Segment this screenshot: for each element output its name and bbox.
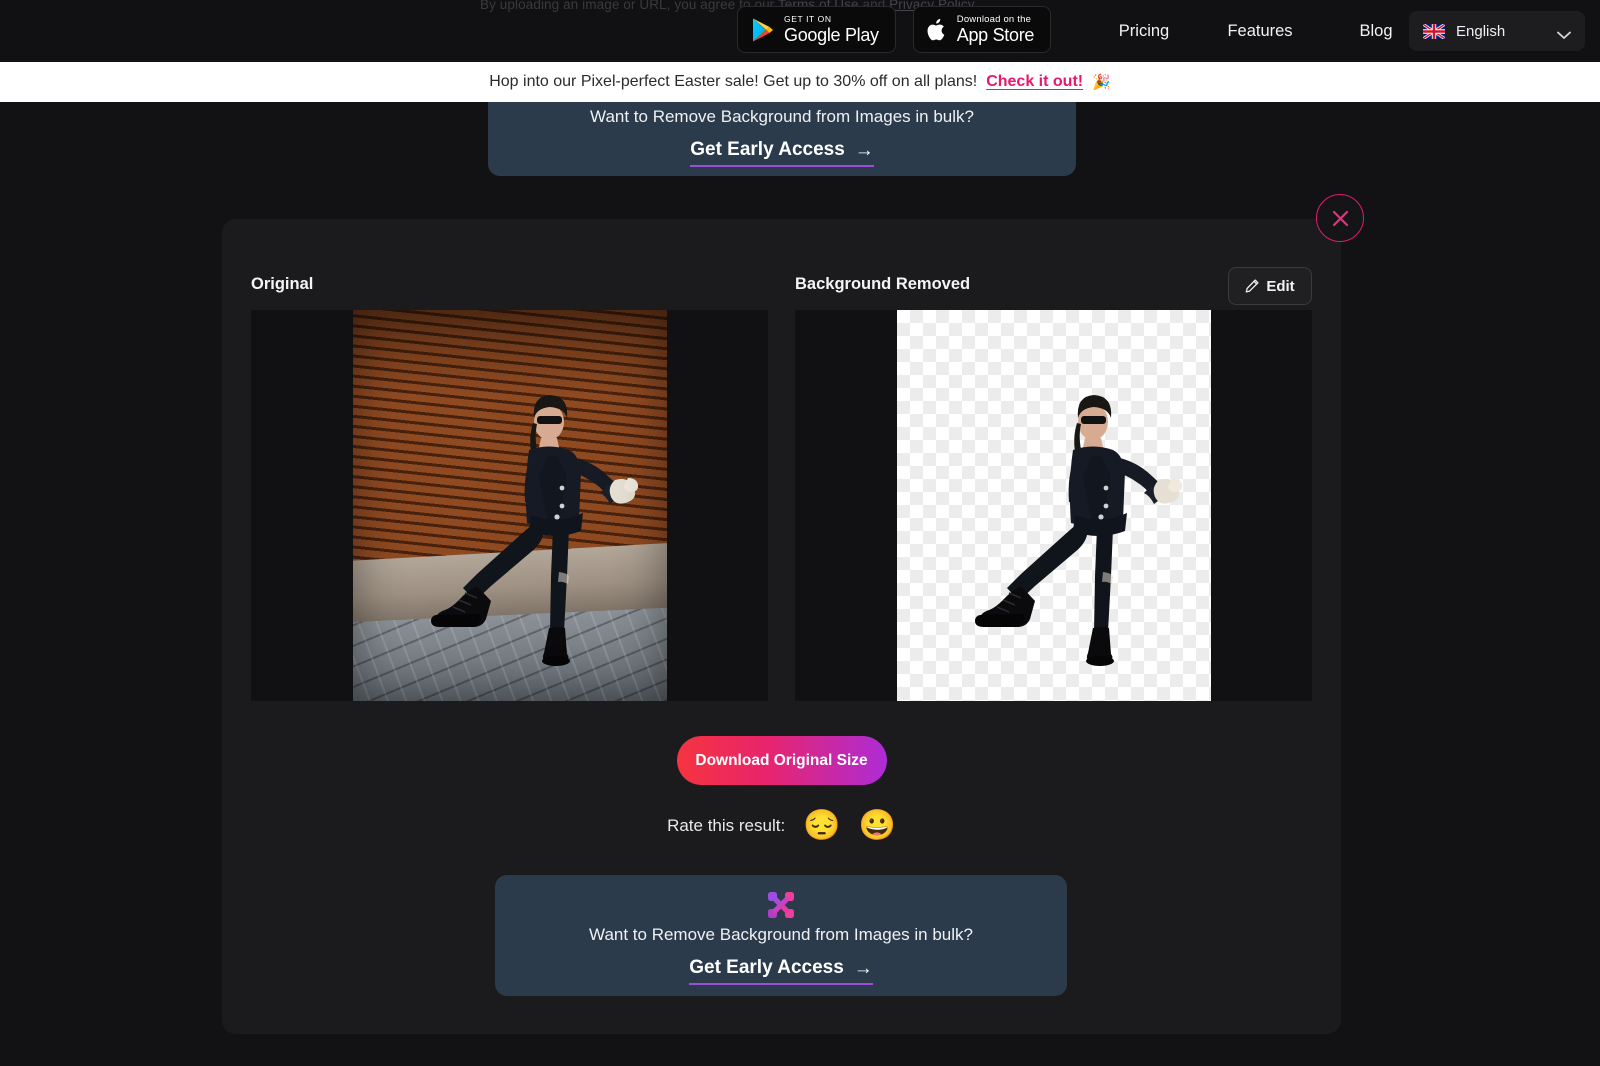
app-store-badge-title: App Store — [956, 25, 1035, 46]
language-label: English — [1456, 22, 1506, 40]
bulk-cta-bottom-get-early-access-link[interactable]: Get Early Access → — [689, 957, 873, 985]
main-nav-links: Pricing Features Blog — [1086, 0, 1434, 62]
promo-banner: Hop into our Pixel-perfect Easter sale! … — [0, 62, 1600, 102]
bulk-cta-top-get-early-access-link[interactable]: Get Early Access → — [690, 139, 874, 167]
rate-result-label: Rate this result: — [667, 816, 786, 835]
rate-positive-button[interactable]: 😀 — [859, 811, 896, 841]
bulk-x-logo-icon — [767, 891, 795, 919]
bulk-cta-top: Want to Remove Background from Images in… — [488, 102, 1076, 176]
app-store-badges: GET IT ON Google Play Download on the Ap… — [737, 6, 1052, 53]
edit-button-label: Edit — [1266, 277, 1295, 295]
close-icon — [1332, 210, 1348, 226]
original-image — [352, 310, 667, 701]
close-result-button[interactable] — [1316, 194, 1364, 242]
bulk-cta-top-question: Want to Remove Background from Images in… — [590, 107, 974, 126]
panel-label-row: Original Background Removed Edit — [222, 267, 1341, 311]
legal-prefix: By uploading an image or URL, you agree … — [480, 0, 778, 12]
original-image-panel — [251, 310, 768, 701]
app-store-badge-small-text: Download on the — [956, 13, 1032, 25]
nav-link-pricing[interactable]: Pricing — [1086, 22, 1202, 41]
apple-logo-icon — [927, 17, 948, 43]
subject-silhouette-cutout — [897, 310, 1211, 701]
bulk-cta-bottom: Want to Remove Background from Images in… — [495, 875, 1067, 996]
arrow-right-icon: → — [853, 957, 873, 979]
language-selector[interactable]: English — [1409, 11, 1585, 51]
google-play-badge-small-text: GET IT ON — [784, 14, 832, 25]
promo-check-it-out-link[interactable]: Check it out! — [986, 73, 1083, 91]
nav-link-features[interactable]: Features — [1202, 22, 1318, 41]
download-original-size-button[interactable]: Download Original Size — [676, 736, 887, 785]
bulk-cta-bottom-link-label: Get Early Access — [689, 957, 844, 978]
party-popper-icon: 🎉 — [1092, 74, 1111, 91]
rate-result-row: Rate this result: 😔 😀 — [222, 811, 1341, 841]
google-play-icon — [751, 17, 775, 43]
background-removed-image-panel — [795, 310, 1312, 701]
result-card: Original Background Removed Edit Downloa… — [222, 219, 1341, 1034]
pencil-icon — [1245, 279, 1259, 293]
app-store-badge[interactable]: Download on the App Store — [912, 6, 1052, 53]
google-play-badge[interactable]: GET IT ON Google Play — [737, 6, 896, 53]
edit-button[interactable]: Edit — [1228, 267, 1312, 305]
promo-banner-text: Hop into our Pixel-perfect Easter sale! … — [489, 73, 978, 90]
rate-negative-button[interactable]: 😔 — [803, 811, 840, 841]
arrow-right-icon: → — [854, 139, 874, 161]
bulk-cta-bottom-question: Want to Remove Background from Images in… — [589, 925, 973, 944]
download-button-label: Download Original Size — [695, 751, 868, 769]
google-play-badge-title: Google Play — [784, 24, 879, 45]
background-removed-panel-label: Background Removed — [795, 275, 971, 293]
photo-vignette — [353, 310, 667, 701]
top-navigation-bar: By uploading an image or URL, you agree … — [0, 0, 1600, 62]
background-removed-image — [896, 310, 1211, 701]
uk-flag-icon — [1423, 23, 1445, 39]
chevron-down-icon — [1557, 27, 1571, 39]
original-panel-label: Original — [251, 275, 314, 293]
bulk-cta-top-link-label: Get Early Access — [690, 139, 845, 160]
